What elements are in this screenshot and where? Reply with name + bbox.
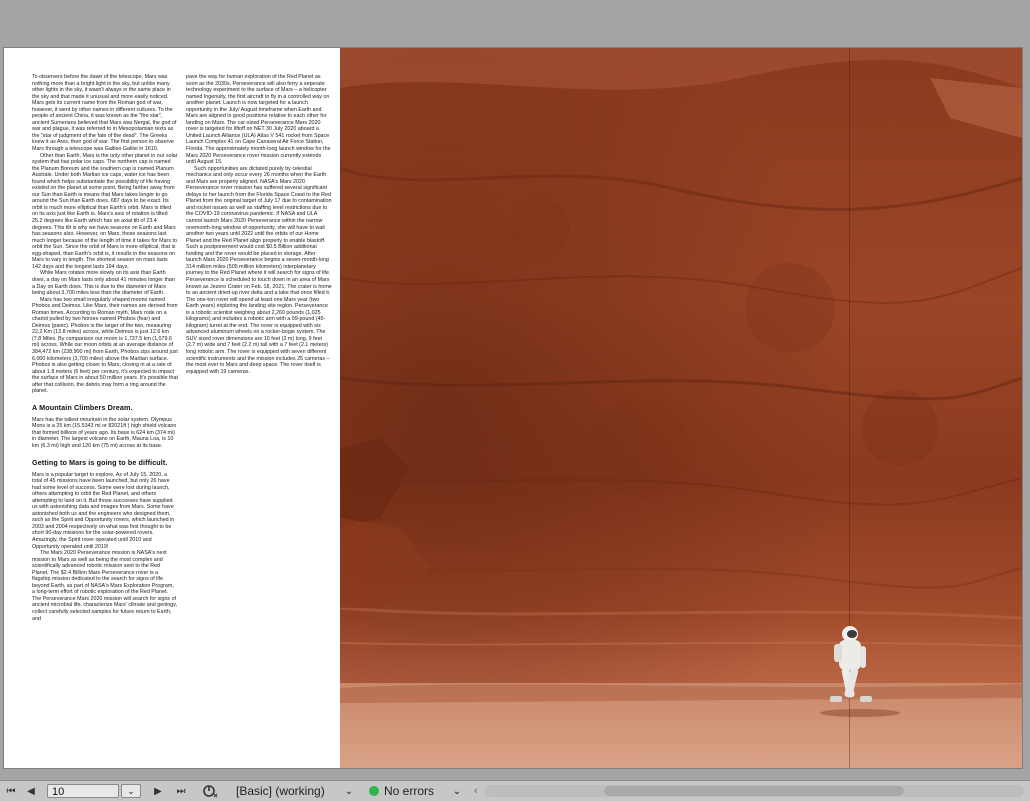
mars-cliff-photo bbox=[340, 48, 1022, 768]
astronaut-figure-icon bbox=[830, 626, 872, 702]
section-heading: Getting to Mars is going to be difficult… bbox=[32, 457, 168, 467]
status-ok-icon bbox=[369, 786, 379, 796]
chevron-down-icon[interactable]: ⌄ bbox=[450, 781, 464, 801]
previous-page-icon[interactable]: ◀ bbox=[24, 781, 38, 801]
text-column-1: To observers before the dawn of the tele… bbox=[32, 74, 178, 622]
first-page-icon[interactable]: ⏮ bbox=[4, 781, 18, 801]
paragraph: Such opportunities are dictated purely b… bbox=[186, 165, 332, 375]
horizontal-scrollbar[interactable] bbox=[484, 785, 1024, 797]
chevron-down-icon[interactable]: ⌄ bbox=[342, 781, 356, 801]
paragraph: Mars has the tallest mountain in the sol… bbox=[32, 416, 177, 449]
status-bar: ⏮ ◀ 10 ⌄ ▶ ⏭ [Basic] (working) ⌄ No erro… bbox=[0, 780, 1030, 801]
paragraph: Mars has two small irregularly shaped mo… bbox=[32, 296, 178, 395]
paragraph: Mars is a popular target to explore, As … bbox=[32, 471, 175, 550]
paragraph: The Mars 2020 Perseverance mission is NA… bbox=[32, 550, 177, 622]
chevron-left-icon[interactable]: ‹ bbox=[470, 781, 482, 801]
scrollbar-thumb[interactable] bbox=[604, 786, 904, 796]
preflight-tool-icon[interactable] bbox=[200, 781, 220, 801]
chevron-down-icon[interactable]: ⌄ bbox=[121, 784, 141, 798]
last-page-icon[interactable]: ⏭ bbox=[174, 781, 188, 801]
paragraph: While Mars rotates more slowly on its ax… bbox=[32, 270, 175, 297]
rock-wall-illustration bbox=[340, 48, 1022, 768]
pasteboard: To observers before the dawn of the tele… bbox=[0, 0, 1030, 780]
text-column-2: pave the way for human exploration of th… bbox=[186, 74, 332, 375]
next-page-icon[interactable]: ▶ bbox=[151, 781, 165, 801]
preflight-status[interactable]: No errors bbox=[369, 781, 459, 801]
page-spread: To observers before the dawn of the tele… bbox=[4, 48, 1022, 768]
preflight-profile[interactable]: [Basic] (working) bbox=[236, 781, 336, 801]
paragraph: pave the way for human exploration of th… bbox=[186, 74, 331, 166]
status-label: No errors bbox=[384, 784, 435, 798]
paragraph: Other than Earth, Mars is the only other… bbox=[32, 152, 178, 270]
page-number-input[interactable]: 10 bbox=[47, 784, 119, 798]
left-page: To observers before the dawn of the tele… bbox=[4, 48, 340, 768]
paragraph: To observers before the dawn of the tele… bbox=[32, 74, 177, 153]
section-heading: A Mountain Climbers Dream. bbox=[32, 402, 133, 412]
